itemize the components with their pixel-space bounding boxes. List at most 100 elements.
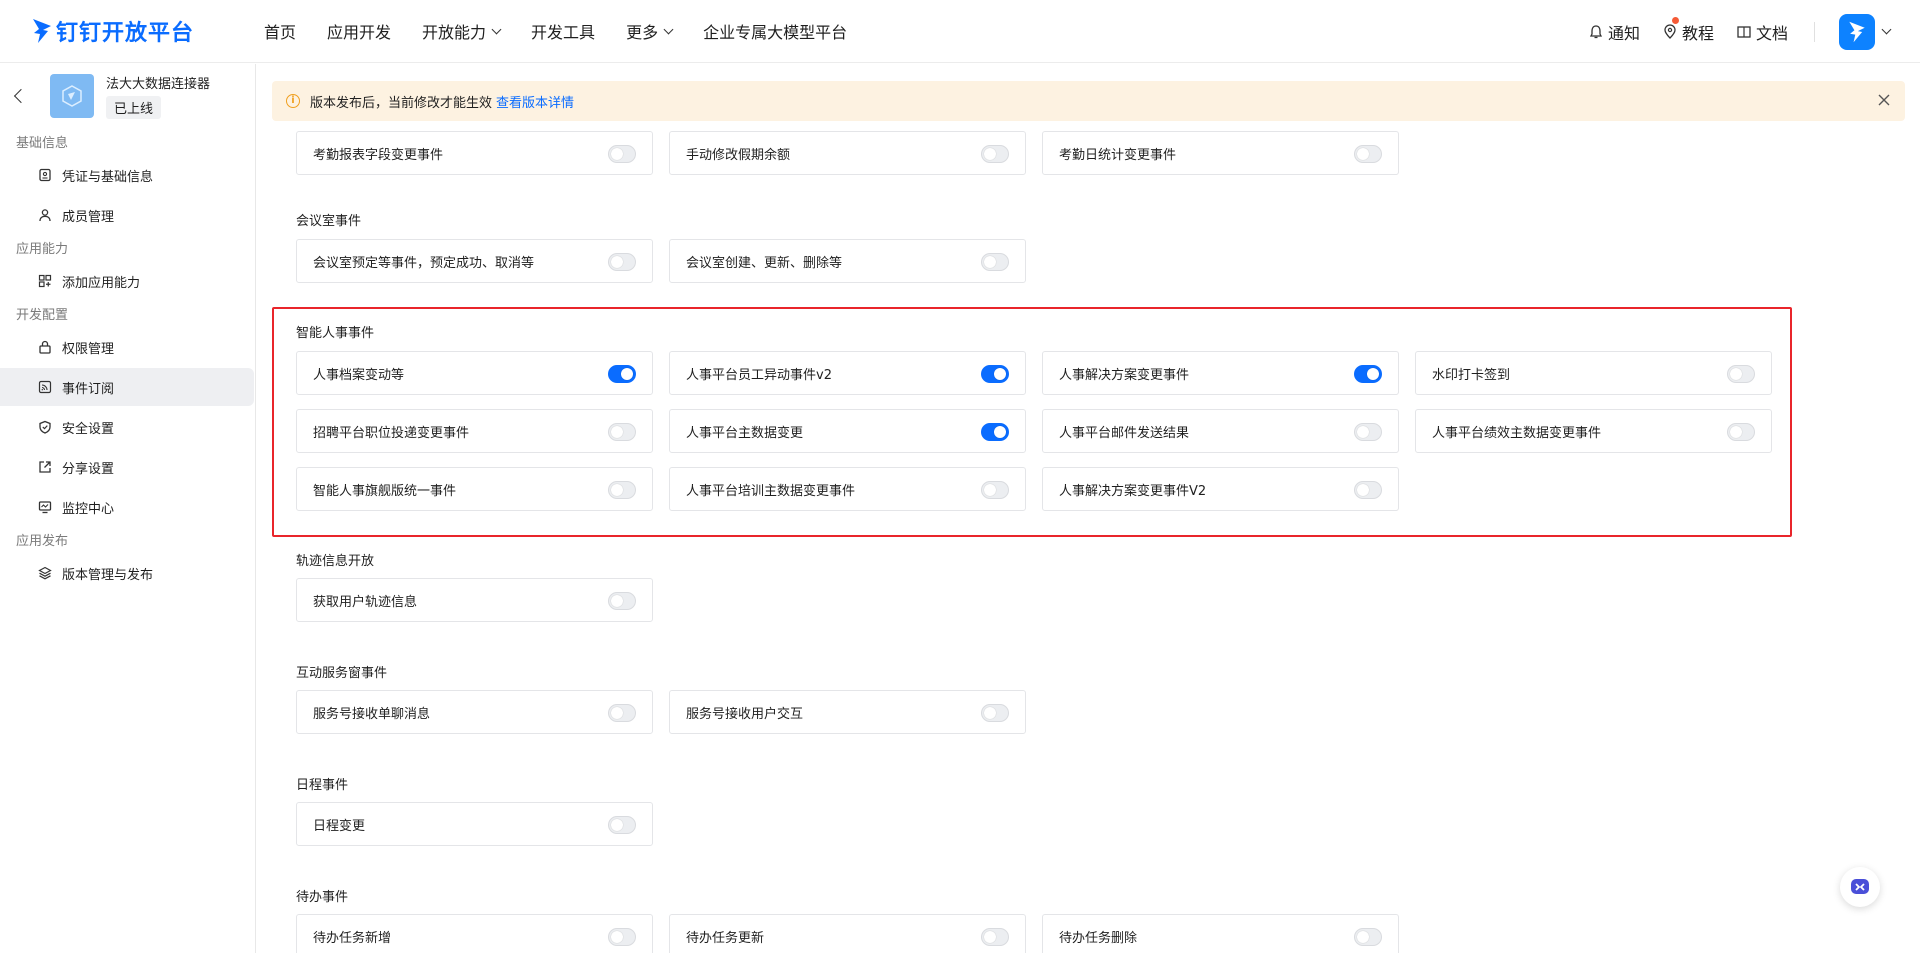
section-title: 会议室事件 [296,214,362,229]
event-card: 人事档案变动等 [296,351,653,395]
sidebar-group-title: 基础信息 [16,136,69,151]
sidebar-item-members[interactable]: 成员管理 [0,196,255,234]
assistant-chat-button[interactable] [1840,867,1880,907]
app-logo-icon [62,85,82,107]
location-pin-icon [1664,23,1676,39]
event-toggle[interactable] [1354,423,1382,441]
event-card: 人事平台绩效主数据变更事件 [1415,409,1772,453]
event-toggle[interactable] [608,365,636,383]
event-toggle[interactable] [608,145,636,163]
nav-more[interactable]: 更多 [626,19,674,43]
sidebar-item-credentials[interactable]: 凭证与基础信息 [0,156,255,194]
sidebar-item-label: 版本管理与发布 [62,567,154,583]
event-card: 待办任务更新 [669,914,1026,953]
event-card: 考勤日统计变更事件 [1042,131,1399,175]
sidebar: 法大大数据连接器 已上线 基础信息 凭证与基础信息 成员管理 应用能力 添加应用… [0,64,256,953]
event-card-label: 人事解决方案变更事件V2 [1059,483,1207,499]
event-toggle[interactable] [608,704,636,722]
sidebar-item-add-capability[interactable]: 添加应用能力 [0,262,255,300]
event-card-label: 智能人事旗舰版统一事件 [313,483,457,499]
event-card-label: 获取用户轨迹信息 [313,594,418,610]
sidebar-item-versions[interactable]: 版本管理与发布 [0,554,255,592]
event-toggle[interactable] [981,423,1009,441]
sidebar-item-event-subscription[interactable]: 事件订阅 [0,368,254,406]
nav-open-capability-label: 开放能力 [422,23,487,42]
sidebar-item-label: 安全设置 [62,421,115,437]
sidebar-item-permissions[interactable]: 权限管理 [0,328,255,366]
nav-home-label: 首页 [264,23,297,42]
event-card: 日程变更 [296,802,653,846]
event-card-label: 考勤日统计变更事件 [1059,147,1177,163]
logo[interactable]: 钉钉开放平台 [30,15,220,47]
event-toggle[interactable] [608,816,636,834]
sidebar-item-label: 凭证与基础信息 [62,169,154,185]
nav-enterprise-llm[interactable]: 企业专属大模型平台 [703,19,847,43]
event-toggle[interactable] [608,253,636,271]
event-card: 智能人事旗舰版统一事件 [296,467,653,511]
event-toggle[interactable] [608,481,636,499]
tutorial-label: 教程 [1681,23,1714,43]
event-toggle[interactable] [981,145,1009,163]
event-toggle[interactable] [981,253,1009,271]
event-toggle[interactable] [1354,145,1382,163]
banner-text: 版本发布后，当前修改才能生效 [310,95,493,111]
dingtalk-logo-icon [33,19,51,43]
dingtalk-avatar-icon [1849,21,1865,42]
event-card: 考勤报表字段变更事件 [296,131,653,175]
section-title: 日程事件 [296,778,349,793]
event-toggle[interactable] [608,592,636,610]
event-toggle[interactable] [981,704,1009,722]
event-toggle[interactable] [1354,928,1382,946]
divider [1814,21,1815,42]
notify-link[interactable]: 通知 [1588,20,1640,44]
event-card: 人事平台员工异动事件v2 [669,351,1026,395]
sidebar-item-monitor[interactable]: 监控中心 [0,488,255,526]
sidebar-item-security[interactable]: 安全设置 [0,408,255,446]
event-toggle[interactable] [1727,423,1755,441]
event-card: 服务号接收用户交互 [669,690,1026,734]
bell-icon [1589,24,1603,38]
event-card-label: 人事解决方案变更事件 [1059,367,1190,383]
sidebar-item-label: 添加应用能力 [62,275,141,291]
event-card-label: 人事档案变动等 [313,367,405,383]
event-card-label: 会议室预定等事件，预定成功、取消等 [313,255,535,271]
sidebar-item-label: 权限管理 [62,341,115,357]
back-arrow-icon[interactable] [13,88,29,104]
event-toggle[interactable] [608,423,636,441]
event-card: 招聘平台职位投递变更事件 [296,409,653,453]
nav-home[interactable]: 首页 [264,19,296,43]
nav-more-label: 更多 [626,23,659,42]
status-badge: 已上线 [106,96,162,119]
event-toggle[interactable] [981,481,1009,499]
sidebar-group-title: 开发配置 [16,308,69,323]
view-version-link[interactable]: 查看版本详情 [496,92,574,111]
event-toggle[interactable] [1354,481,1382,499]
avatar[interactable] [1839,13,1875,50]
event-card-label: 待办任务更新 [686,930,765,946]
sidebar-item-share[interactable]: 分享设置 [0,448,255,486]
app-header: 法大大数据连接器 已上线 [0,64,255,128]
event-card-label: 待办任务删除 [1059,930,1138,946]
app-icon [50,74,94,118]
nav-dev-tools-label: 开发工具 [531,23,596,42]
section-title: 待办事件 [296,890,349,905]
docs-link[interactable]: 文档 [1736,20,1788,44]
event-card: 人事平台主数据变更 [669,409,1026,453]
nav-app-dev[interactable]: 应用开发 [327,19,391,43]
chevron-down-icon[interactable] [1881,24,1892,35]
tutorial-link[interactable]: 教程 [1662,16,1714,44]
event-toggle[interactable] [981,928,1009,946]
rss-icon [38,380,52,394]
event-toggle[interactable] [981,365,1009,383]
share-icon [39,461,51,473]
chevron-down-icon [491,24,502,34]
event-card: 人事解决方案变更事件 [1042,351,1399,395]
nav-dev-tools[interactable]: 开发工具 [531,19,595,43]
nav-open-capability[interactable]: 开放能力 [422,19,502,43]
event-toggle[interactable] [1727,365,1755,383]
event-toggle[interactable] [1354,365,1382,383]
event-toggle[interactable] [608,928,636,946]
close-icon[interactable] [1877,93,1891,107]
event-card: 人事解决方案变更事件V2 [1042,467,1399,511]
event-card-label: 人事平台培训主数据变更事件 [686,483,856,499]
